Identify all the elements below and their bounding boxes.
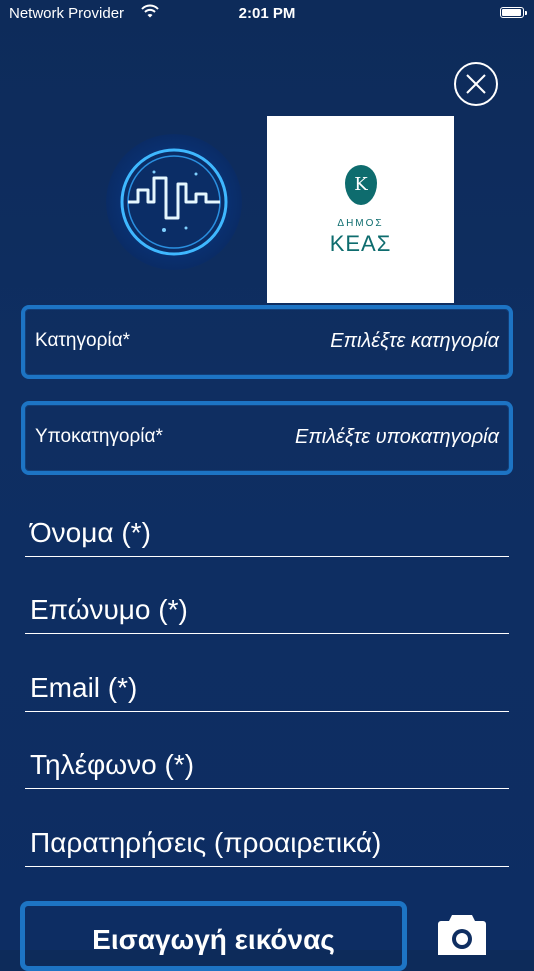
last-name-placeholder: Επώνυμο (*) — [30, 594, 188, 625]
category-picker[interactable]: Κατηγορία* Επιλέξτε κατηγορία — [21, 305, 513, 379]
insert-image-button[interactable]: Εισαγωγή εικόνας — [20, 901, 407, 971]
app-logo — [106, 134, 242, 270]
first-name-placeholder: Όνομα (*) — [30, 517, 151, 548]
camera-icon — [438, 915, 486, 955]
email-field[interactable]: Email (*) — [25, 669, 509, 712]
camera-button[interactable] — [437, 911, 487, 955]
close-button[interactable] — [454, 62, 498, 106]
first-name-field[interactable]: Όνομα (*) — [25, 514, 509, 557]
municipality-logo — [267, 116, 454, 303]
notes-field[interactable]: Παρατηρήσεις (προαιρετικά) — [25, 824, 509, 867]
category-label: Κατηγορία* — [35, 330, 130, 351]
municipality-name-line1: ΔΗΜΟΣ — [337, 218, 384, 229]
status-bar: Network Provider 2:01 PM — [0, 0, 534, 28]
phone-placeholder: Τηλέφωνο (*) — [30, 749, 195, 780]
municipality-emblem-letter: Κ — [354, 174, 368, 195]
subcategory-value: Επιλέξτε υποκατηγορία — [295, 426, 499, 448]
category-value: Επιλέξτε κατηγορία — [330, 330, 499, 352]
subcategory-picker[interactable]: Υποκατηγορία* Επιλέξτε υποκατηγορία — [21, 401, 513, 475]
status-time: 2:01 PM — [238, 5, 296, 22]
insert-image-label: Εισαγωγή εικόνας — [92, 924, 335, 955]
notes-placeholder: Παρατηρήσεις (προαιρετικά) — [30, 827, 382, 858]
subcategory-label: Υποκατηγορία* — [35, 426, 163, 447]
battery-icon — [500, 7, 527, 18]
municipality-name-line2: ΚΕΑΣ — [329, 231, 392, 256]
email-placeholder: Email (*) — [30, 672, 138, 703]
phone-field[interactable]: Τηλέφωνο (*) — [25, 746, 509, 789]
close-icon — [466, 74, 486, 94]
last-name-field[interactable]: Επώνυμο (*) — [25, 591, 509, 634]
